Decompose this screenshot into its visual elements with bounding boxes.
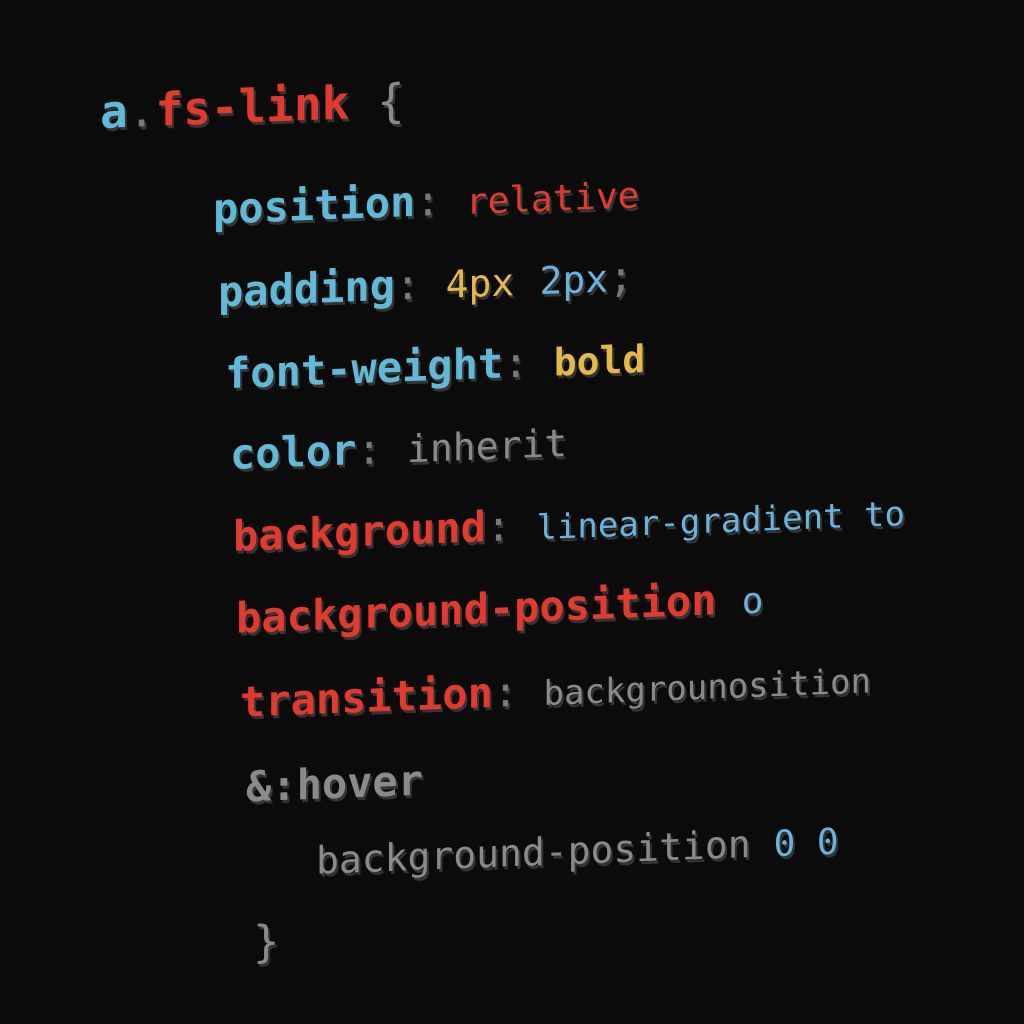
property-background: background bbox=[233, 502, 486, 561]
code-line-close: } bbox=[253, 916, 280, 968]
semicolon: ; bbox=[608, 251, 634, 302]
colon: : bbox=[415, 175, 441, 226]
value-backgrounosition: backgrounosition bbox=[543, 661, 871, 714]
code-line-hover-background-position: background-position 0 0 bbox=[316, 819, 839, 883]
value-inherit: inherit bbox=[407, 421, 568, 472]
code-line-position: position: relative bbox=[213, 168, 639, 233]
open-brace: { bbox=[376, 73, 405, 129]
code-line-hover: &:hover bbox=[246, 756, 423, 812]
value-0-0: 0 0 bbox=[773, 821, 839, 866]
selector-tag: a bbox=[100, 83, 128, 139]
hover-selector: &:hover bbox=[246, 755, 424, 812]
property-padding: padding bbox=[218, 260, 396, 317]
value-o: o bbox=[741, 580, 764, 623]
colon: : bbox=[395, 259, 421, 310]
colon: : bbox=[492, 666, 519, 717]
code-line-transition: transition: backgrounosition bbox=[240, 653, 871, 726]
value-linear-gradient: linear-gradient to bbox=[536, 494, 905, 549]
selector-dot: . bbox=[127, 82, 156, 138]
code-line-selector: a.fs-link { bbox=[100, 73, 405, 139]
property-background-position: background-position bbox=[236, 575, 717, 643]
code-line-padding: padding: 4px 2px; bbox=[218, 252, 633, 317]
colon: : bbox=[503, 337, 529, 388]
property-background-position-hover: background-position bbox=[316, 822, 751, 883]
colon: : bbox=[485, 501, 512, 552]
colon: : bbox=[356, 424, 382, 475]
property-color: color bbox=[230, 425, 357, 480]
value-relative: relative bbox=[465, 175, 640, 223]
close-brace: } bbox=[253, 916, 280, 969]
value-bold: bold bbox=[553, 337, 646, 385]
selector-class: fs-link bbox=[155, 75, 350, 137]
code-line-font-weight: font-weight: bold bbox=[225, 333, 645, 398]
code-line-background-position: background-position o bbox=[236, 574, 764, 643]
property-font-weight: font-weight bbox=[225, 338, 504, 399]
property-transition: transition bbox=[240, 667, 493, 727]
code-line-color: color: inherit bbox=[230, 417, 567, 479]
code-line-background: background: linear-gradient to bbox=[233, 486, 905, 561]
value-2px: 2px bbox=[539, 256, 609, 304]
property-position: position bbox=[213, 176, 416, 234]
code-screenshot: a.fs-link { position: relative padding: … bbox=[0, 0, 1024, 1024]
value-4px: 4px bbox=[445, 260, 515, 307]
